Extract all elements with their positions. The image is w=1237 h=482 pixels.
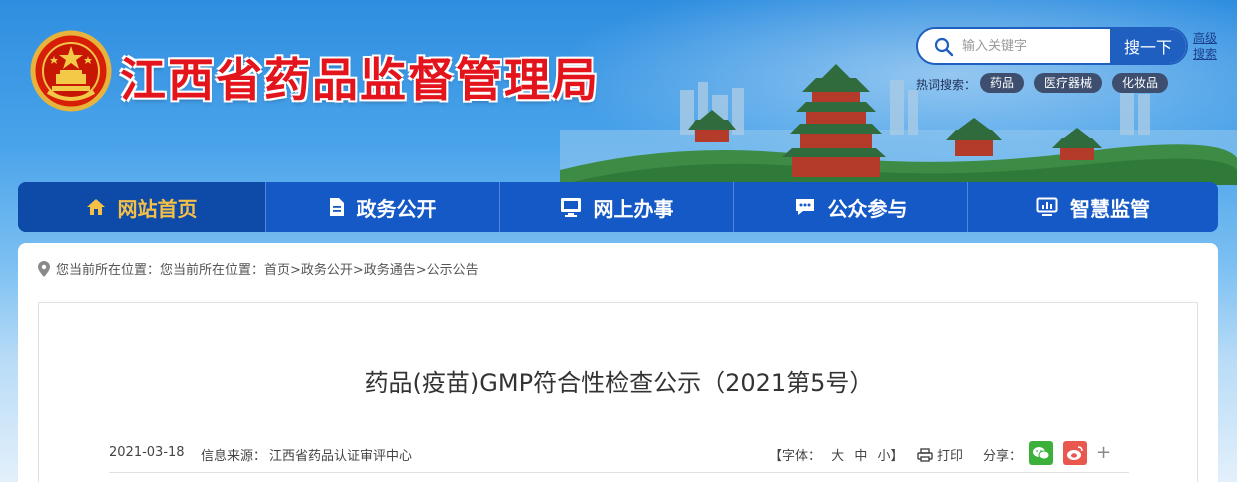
hot-tag-medical-devices[interactable]: 医疗器械 — [1034, 73, 1103, 93]
search-box: 搜一下 — [916, 27, 1188, 65]
nav-item-government-affairs[interactable]: 政务公开 — [266, 182, 500, 232]
nav-item-home[interactable]: 网站首页 — [18, 182, 266, 232]
chart-screen-icon — [1036, 197, 1058, 216]
nav-item-label: 政务公开 — [356, 196, 437, 221]
nav-item-label: 智慧监管 — [1070, 196, 1150, 221]
article-title: 药品(疫苗)GMP符合性检查公示（2021第5号） — [364, 369, 874, 397]
printer-icon — [917, 447, 933, 462]
home-icon — [86, 199, 105, 215]
hot-tag-drugs[interactable]: 药品 — [980, 73, 1025, 93]
content-panel: 您当前所在位置：您当前所在位置：首页>政务公开>政务通告>公示公告 药品(疫苗)… — [18, 243, 1218, 482]
weibo-icon[interactable] — [1063, 441, 1087, 465]
article-meta: 2021-03-18 信息来源： 江西省药品认证审评中心 【字体： 大 中 小】… — [109, 441, 1129, 473]
source-value: 江西省药品认证审评中心 — [269, 449, 413, 464]
document-icon — [329, 198, 344, 216]
nav-item-label: 网上办事 — [593, 196, 674, 221]
hot-search-label: 热词搜索： — [916, 78, 977, 92]
font-size-label: 【字体： — [769, 449, 822, 464]
nav-item-label: 公众参与 — [827, 196, 908, 221]
print-label: 打印 — [937, 449, 964, 464]
monitor-icon — [560, 198, 581, 217]
search-input[interactable] — [962, 29, 1112, 63]
search-icon — [934, 37, 954, 57]
site-header: 江西省药品监督管理局 搜一下 高级搜索 热词搜索： 药品 医疗器械 化妆品 — [0, 0, 1237, 185]
publish-date: 2021-03-18 — [109, 445, 185, 460]
article: 药品(疫苗)GMP符合性检查公示（2021第5号） 2021-03-18 信息来… — [38, 302, 1198, 482]
location-pin-icon — [38, 260, 50, 277]
hot-tag-cosmetics[interactable]: 化妆品 — [1112, 73, 1169, 93]
breadcrumb: 您当前所在位置：您当前所在位置：首页>政务公开>政务通告>公示公告 — [38, 259, 479, 278]
national-emblem-icon — [30, 30, 112, 112]
site-title[interactable]: 江西省药品监督管理局 — [120, 44, 600, 110]
share-more-button[interactable]: + — [1096, 442, 1111, 463]
print-button[interactable]: 打印 — [917, 445, 963, 464]
breadcrumb-text[interactable]: 您当前所在位置：您当前所在位置：首页>政务公开>政务通告>公示公告 — [56, 259, 479, 278]
wechat-icon[interactable] — [1029, 441, 1053, 465]
font-large-button[interactable]: 大 — [831, 449, 844, 464]
font-small-button[interactable]: 小】 — [877, 449, 903, 464]
left-pavilion — [688, 110, 736, 142]
nav-item-online-services[interactable]: 网上办事 — [500, 182, 734, 232]
source-label: 信息来源： — [201, 449, 267, 464]
advanced-search-link[interactable]: 高级搜索 — [1193, 30, 1219, 62]
search-button[interactable]: 搜一下 — [1110, 29, 1186, 63]
nav-item-label: 网站首页 — [117, 196, 198, 221]
font-size-control: 【字体： 大 中 小】 — [769, 445, 909, 464]
nav-item-public-participation[interactable]: 公众参与 — [734, 182, 968, 232]
share-label: 分享： — [983, 449, 1023, 464]
chat-icon — [795, 199, 814, 215]
font-medium-button[interactable]: 中 — [854, 449, 867, 464]
nav-item-smart-supervision[interactable]: 智慧监管 — [968, 182, 1218, 232]
main-pavilion — [782, 64, 886, 177]
main-nav: 网站首页 政务公开 网上办事 公众参与 智慧监管 — [18, 182, 1218, 232]
